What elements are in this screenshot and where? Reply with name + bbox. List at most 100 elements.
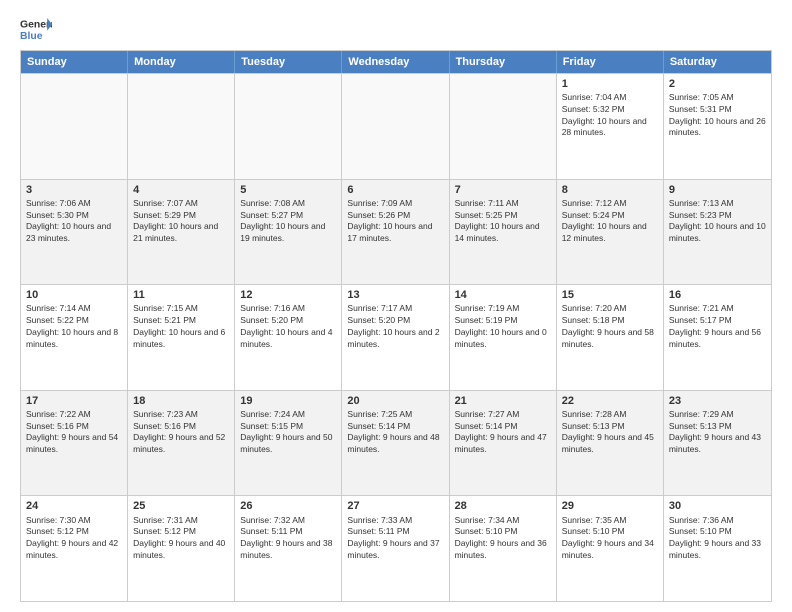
day-cell-30: 30 Sunrise: 7:36 AM Sunset: 5:10 PM Dayli…: [664, 496, 771, 601]
logo: General Blue: [20, 16, 52, 44]
day-number: 30: [669, 499, 766, 513]
page: General Blue SundayMondayTuesdayWednesda…: [0, 0, 792, 612]
day-cell-15: 15Sunrise: 7:20 AM Sunset: 5:18 PM Dayli…: [557, 285, 664, 390]
day-info: Sunrise: 7:33 AM Sunset: 5:11 PM Dayligh…: [347, 515, 439, 560]
day-number: 20: [347, 394, 443, 408]
day-cell-25: 25 Sunrise: 7:31 AM Sunset: 5:12 PM Dayli…: [128, 496, 235, 601]
day-number: 26: [240, 499, 336, 513]
svg-text:Blue: Blue: [20, 31, 43, 42]
day-cell-10: 10Sunrise: 7:14 AM Sunset: 5:22 PM Dayli…: [21, 285, 128, 390]
day-cell-14: 14Sunrise: 7:19 AM Sunset: 5:19 PM Dayli…: [450, 285, 557, 390]
day-cell-9: 9Sunrise: 7:13 AM Sunset: 5:23 PM Daylig…: [664, 180, 771, 285]
day-cell-16: 16Sunrise: 7:21 AM Sunset: 5:17 PM Dayli…: [664, 285, 771, 390]
day-info: Sunrise: 7:16 AM Sunset: 5:20 PM Dayligh…: [240, 303, 332, 348]
day-number: 6: [347, 183, 443, 197]
day-info: Sunrise: 7:29 AM Sunset: 5:13 PM Dayligh…: [669, 409, 761, 454]
day-cell-22: 22Sunrise: 7:28 AM Sunset: 5:13 PM Dayli…: [557, 391, 664, 496]
day-info: Sunrise: 7:34 AM Sunset: 5:10 PM Dayligh…: [455, 515, 547, 560]
day-number: 22: [562, 394, 658, 408]
day-number: 24: [26, 499, 122, 513]
day-info: Sunrise: 7:20 AM Sunset: 5:18 PM Dayligh…: [562, 303, 654, 348]
day-number: 7: [455, 183, 551, 197]
empty-cell: [128, 74, 235, 179]
header-day-monday: Monday: [128, 51, 235, 73]
day-cell-28: 28Sunrise: 7:34 AM Sunset: 5:10 PM Dayli…: [450, 496, 557, 601]
day-number: 21: [455, 394, 551, 408]
empty-cell: [450, 74, 557, 179]
day-info: Sunrise: 7:27 AM Sunset: 5:14 PM Dayligh…: [455, 409, 547, 454]
calendar-row-3: 17Sunrise: 7:22 AM Sunset: 5:16 PM Dayli…: [21, 390, 771, 496]
empty-cell: [21, 74, 128, 179]
day-number: 9: [669, 183, 766, 197]
header-day-wednesday: Wednesday: [342, 51, 449, 73]
day-cell-6: 6Sunrise: 7:09 AM Sunset: 5:26 PM Daylig…: [342, 180, 449, 285]
day-cell-2: 2Sunrise: 7:05 AM Sunset: 5:31 PM Daylig…: [664, 74, 771, 179]
day-cell-27: 27 Sunrise: 7:33 AM Sunset: 5:11 PM Dayli…: [342, 496, 449, 601]
day-info: Sunrise: 7:23 AM Sunset: 5:16 PM Dayligh…: [133, 409, 225, 454]
day-cell-11: 11Sunrise: 7:15 AM Sunset: 5:21 PM Dayli…: [128, 285, 235, 390]
day-number: 11: [133, 288, 229, 302]
day-info: Sunrise: 7:17 AM Sunset: 5:20 PM Dayligh…: [347, 303, 439, 348]
day-info: Sunrise: 7:15 AM Sunset: 5:21 PM Dayligh…: [133, 303, 225, 348]
day-info: Sunrise: 7:36 AM Sunset: 5:10 PM Dayligh…: [669, 515, 761, 560]
day-number: 12: [240, 288, 336, 302]
day-cell-12: 12Sunrise: 7:16 AM Sunset: 5:20 PM Dayli…: [235, 285, 342, 390]
day-cell-13: 13Sunrise: 7:17 AM Sunset: 5:20 PM Dayli…: [342, 285, 449, 390]
day-number: 15: [562, 288, 658, 302]
day-number: 4: [133, 183, 229, 197]
day-number: 2: [669, 77, 766, 91]
header-day-sunday: Sunday: [21, 51, 128, 73]
day-cell-20: 20Sunrise: 7:25 AM Sunset: 5:14 PM Dayli…: [342, 391, 449, 496]
day-info: Sunrise: 7:14 AM Sunset: 5:22 PM Dayligh…: [26, 303, 118, 348]
day-info: Sunrise: 7:06 AM Sunset: 5:30 PM Dayligh…: [26, 198, 111, 243]
day-info: Sunrise: 7:25 AM Sunset: 5:14 PM Dayligh…: [347, 409, 439, 454]
day-info: Sunrise: 7:11 AM Sunset: 5:25 PM Dayligh…: [455, 198, 540, 243]
day-number: 10: [26, 288, 122, 302]
day-info: Sunrise: 7:32 AM Sunset: 5:11 PM Dayligh…: [240, 515, 332, 560]
day-info: Sunrise: 7:12 AM Sunset: 5:24 PM Dayligh…: [562, 198, 647, 243]
day-cell-3: 3Sunrise: 7:06 AM Sunset: 5:30 PM Daylig…: [21, 180, 128, 285]
empty-cell: [235, 74, 342, 179]
day-info: Sunrise: 7:05 AM Sunset: 5:31 PM Dayligh…: [669, 92, 766, 137]
day-number: 23: [669, 394, 766, 408]
day-number: 17: [26, 394, 122, 408]
header-day-saturday: Saturday: [664, 51, 771, 73]
top-section: General Blue: [20, 16, 772, 44]
day-info: Sunrise: 7:31 AM Sunset: 5:12 PM Dayligh…: [133, 515, 225, 560]
day-number: 29: [562, 499, 658, 513]
empty-cell: [342, 74, 449, 179]
day-number: 18: [133, 394, 229, 408]
day-cell-26: 26 Sunrise: 7:32 AM Sunset: 5:11 PM Dayli…: [235, 496, 342, 601]
generalblue-logo-icon: General Blue: [20, 16, 52, 44]
day-cell-4: 4Sunrise: 7:07 AM Sunset: 5:29 PM Daylig…: [128, 180, 235, 285]
day-info: Sunrise: 7:28 AM Sunset: 5:13 PM Dayligh…: [562, 409, 654, 454]
header-day-thursday: Thursday: [450, 51, 557, 73]
header-day-friday: Friday: [557, 51, 664, 73]
day-info: Sunrise: 7:09 AM Sunset: 5:26 PM Dayligh…: [347, 198, 432, 243]
calendar-row-2: 10Sunrise: 7:14 AM Sunset: 5:22 PM Dayli…: [21, 284, 771, 390]
header-day-tuesday: Tuesday: [235, 51, 342, 73]
day-number: 1: [562, 77, 658, 91]
day-info: Sunrise: 7:30 AM Sunset: 5:12 PM Dayligh…: [26, 515, 118, 560]
day-cell-18: 18Sunrise: 7:23 AM Sunset: 5:16 PM Dayli…: [128, 391, 235, 496]
day-info: Sunrise: 7:22 AM Sunset: 5:16 PM Dayligh…: [26, 409, 118, 454]
day-info: Sunrise: 7:07 AM Sunset: 5:29 PM Dayligh…: [133, 198, 218, 243]
day-cell-24: 24 Sunrise: 7:30 AM Sunset: 5:12 PM Dayli…: [21, 496, 128, 601]
day-cell-1: 1Sunrise: 7:04 AM Sunset: 5:32 PM Daylig…: [557, 74, 664, 179]
day-number: 25: [133, 499, 229, 513]
day-cell-19: 19Sunrise: 7:24 AM Sunset: 5:15 PM Dayli…: [235, 391, 342, 496]
day-info: Sunrise: 7:35 AM Sunset: 5:10 PM Dayligh…: [562, 515, 654, 560]
day-cell-7: 7Sunrise: 7:11 AM Sunset: 5:25 PM Daylig…: [450, 180, 557, 285]
day-cell-5: 5Sunrise: 7:08 AM Sunset: 5:27 PM Daylig…: [235, 180, 342, 285]
calendar-header: SundayMondayTuesdayWednesdayThursdayFrid…: [21, 51, 771, 73]
day-cell-17: 17Sunrise: 7:22 AM Sunset: 5:16 PM Dayli…: [21, 391, 128, 496]
day-info: Sunrise: 7:21 AM Sunset: 5:17 PM Dayligh…: [669, 303, 761, 348]
calendar-row-0: 1Sunrise: 7:04 AM Sunset: 5:32 PM Daylig…: [21, 73, 771, 179]
day-number: 27: [347, 499, 443, 513]
calendar: SundayMondayTuesdayWednesdayThursdayFrid…: [20, 50, 772, 602]
day-cell-21: 21Sunrise: 7:27 AM Sunset: 5:14 PM Dayli…: [450, 391, 557, 496]
calendar-row-1: 3Sunrise: 7:06 AM Sunset: 5:30 PM Daylig…: [21, 179, 771, 285]
day-number: 3: [26, 183, 122, 197]
day-cell-29: 29 Sunrise: 7:35 AM Sunset: 5:10 PM Dayli…: [557, 496, 664, 601]
calendar-row-4: 24 Sunrise: 7:30 AM Sunset: 5:12 PM Dayli…: [21, 495, 771, 601]
